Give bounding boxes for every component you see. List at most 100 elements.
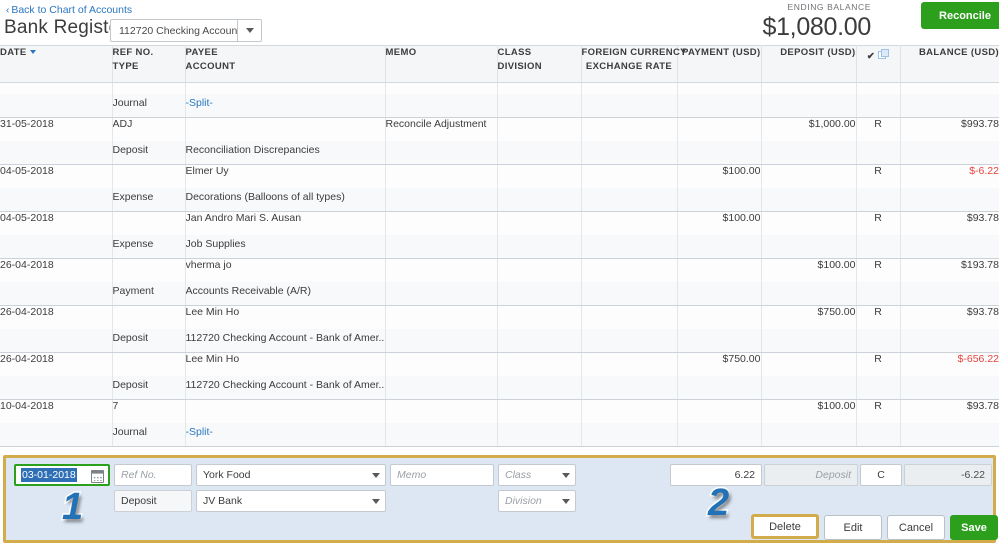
payment-cell-empty	[677, 328, 762, 353]
chevron-down-icon[interactable]	[556, 465, 575, 485]
balance-cell-empty	[900, 375, 999, 400]
back-to-chart-of-accounts-link[interactable]: ‹ Back to Chart of Accounts	[6, 4, 132, 16]
division-cell	[497, 375, 582, 400]
account-cell: Accounts Receivable (A/R)	[185, 281, 386, 306]
account-select-row[interactable]: JV Bank	[196, 490, 386, 512]
memo-cell	[385, 211, 498, 235]
table-row[interactable]: 26-04-2018 Lee Min Ho $750.00 R $93.78	[0, 305, 999, 329]
table-row[interactable]: 04-05-2018 Jan Andro Mari S. Ausan $100.00…	[0, 211, 999, 235]
column-header-payee-label: PAYEE	[185, 47, 218, 58]
exchange-rate-cell	[581, 93, 678, 118]
deposit-cell-empty	[761, 422, 857, 447]
table-row-detail[interactable]: Deposit 112720 Checking Account - Bank of…	[0, 328, 999, 353]
table-row-detail[interactable]: Deposit 112720 Checking Account - Bank of…	[0, 375, 999, 400]
save-button[interactable]: Save	[950, 515, 998, 540]
chevron-down-icon[interactable]	[366, 465, 385, 485]
account-select[interactable]: 112720 Checking Account	[110, 19, 262, 42]
column-header-date-label: DATE	[0, 47, 27, 58]
memo-input[interactable]: Memo	[390, 464, 494, 486]
table-row-detail[interactable]: Deposit Reconciliation Discrepancies	[0, 140, 999, 165]
type-cell: Expense	[112, 234, 186, 259]
division-select[interactable]: Division	[498, 490, 576, 512]
cancel-button[interactable]: Cancel	[887, 515, 945, 540]
table-row-detail[interactable]: Expense Decorations (Balloons of all type…	[0, 187, 999, 212]
balance-cell	[900, 82, 999, 94]
division-cell	[497, 281, 582, 306]
deposit-cell	[761, 352, 857, 376]
ref-no-cell: ADJ	[112, 117, 186, 141]
reconciled-cell-empty	[856, 234, 901, 259]
date-input[interactable]: 03-01-2018	[14, 464, 110, 486]
account-cell: Decorations (Balloons of all types)	[185, 187, 386, 212]
table-row-detail[interactable]: Payment Accounts Receivable (A/R)	[0, 281, 999, 306]
date-cell: 26-04-2018	[0, 258, 113, 282]
column-header-reconciled[interactable]: ✔	[856, 45, 901, 83]
column-header-date[interactable]: DATE	[0, 45, 113, 83]
column-header-ref-no[interactable]: REF NO. TYPE	[112, 45, 186, 83]
column-header-payment[interactable]: PAYMENT (USD)	[677, 45, 762, 83]
class-select[interactable]: Class	[498, 464, 576, 486]
type-select[interactable]: Deposit	[114, 490, 192, 512]
payee-select[interactable]: York Food	[196, 464, 386, 486]
payment-cell	[677, 399, 762, 423]
balance-cell: $-6.22	[900, 164, 999, 188]
division-select-value: Division	[505, 495, 542, 507]
balance-cell: $993.78	[900, 117, 999, 141]
foreign-currency-cell	[581, 164, 678, 188]
column-header-class[interactable]: CLASS DIVISION	[497, 45, 582, 83]
split-link[interactable]: -Split-	[186, 97, 213, 109]
deposit-input[interactable]: Deposit	[764, 464, 858, 486]
column-header-foreign-currency[interactable]: FOREIGN CURRENCY EXCHANGE RATE	[581, 45, 687, 83]
table-row-detail[interactable]: Journal -Split-	[0, 93, 999, 118]
date-cell: 04-05-2018	[0, 164, 113, 188]
table-row[interactable]: 26-04-2018 vherma jo $100.00 R $193.78	[0, 258, 999, 282]
account-cell: 112720 Checking Account - Bank of Amer..…	[185, 328, 386, 353]
date-cell-empty	[0, 234, 113, 259]
class-cell	[497, 352, 582, 376]
reconcile-button[interactable]: Reconcile	[921, 2, 999, 29]
deposit-cell	[761, 164, 857, 188]
payment-cell: $100.00	[677, 211, 762, 235]
table-row[interactable]: 26-04-2018 Lee Min Ho $750.00 R $-656.22	[0, 352, 999, 376]
reconciled-cell-empty	[856, 93, 901, 118]
column-header-balance[interactable]: BALANCE (USD)	[900, 45, 999, 83]
split-link[interactable]: -Split-	[186, 426, 213, 438]
memo-cell-empty	[385, 187, 498, 212]
ending-balance-label: ENDING BALANCE	[787, 2, 871, 12]
table-row[interactable]	[0, 82, 999, 94]
account-cell: -Split-	[185, 422, 386, 447]
table-row-detail[interactable]: Journal -Split-	[0, 422, 999, 447]
table-row[interactable]: 10-04-2018 7 $100.00 R $93.78	[0, 399, 999, 423]
table-row[interactable]: 04-05-2018 Elmer Uy $100.00 R $-6.22	[0, 164, 999, 188]
memo-cell-empty	[385, 234, 498, 259]
column-header-payee[interactable]: PAYEE ACCOUNT	[185, 45, 386, 83]
chevron-down-icon[interactable]	[366, 491, 385, 511]
memo-cell	[385, 258, 498, 282]
table-row[interactable]: 31-05-2018 ADJ Reconcile Adjustment $1,000.…	[0, 117, 999, 141]
sort-descending-icon[interactable]	[29, 50, 36, 55]
division-cell	[497, 234, 582, 259]
division-cell	[497, 140, 582, 165]
reconcile-status-toggle[interactable]: C	[860, 464, 902, 486]
payment-cell-empty	[677, 93, 762, 118]
date-cell-empty	[0, 375, 113, 400]
payee-cell: Lee Min Ho	[185, 305, 386, 329]
payee-cell: Jan Andro Mari S. Ausan	[185, 211, 386, 235]
column-header-deposit[interactable]: DEPOSIT (USD)	[761, 45, 857, 83]
class-cell	[497, 117, 582, 141]
table-row-detail[interactable]: Expense Job Supplies	[0, 234, 999, 259]
balance-cell: $193.78	[900, 258, 999, 282]
chevron-down-icon[interactable]	[556, 491, 575, 511]
payment-cell-empty	[677, 281, 762, 306]
column-header-memo[interactable]: MEMO	[385, 45, 498, 83]
calendar-icon[interactable]	[91, 470, 104, 483]
date-cell: 04-05-2018	[0, 211, 113, 235]
ref-no-input[interactable]: Ref No.	[114, 464, 192, 486]
balance-value: -6.22	[904, 464, 992, 486]
delete-button[interactable]: Delete	[751, 514, 819, 539]
balance-cell: $93.78	[900, 399, 999, 423]
edit-button[interactable]: Edit	[824, 515, 882, 540]
copy-icon[interactable]	[878, 49, 890, 59]
payee-cell: Lee Min Ho	[185, 352, 386, 376]
deposit-cell-empty	[761, 140, 857, 165]
